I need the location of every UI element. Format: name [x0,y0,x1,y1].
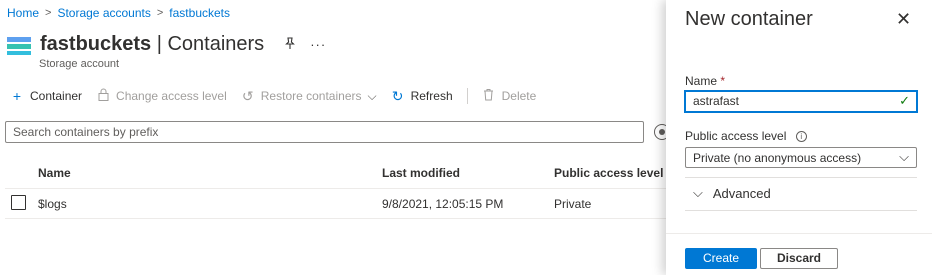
breadcrumb-separator: > [156,7,164,19]
column-header-name[interactable]: Name [38,166,71,180]
header-divider [5,188,666,189]
refresh-label: Refresh [410,89,453,103]
page-title: fastbuckets | Containers [40,33,264,56]
breadcrumb-separator: > [45,7,52,19]
access-level-dropdown[interactable]: Private (no anonymous access) ⌵ [685,147,917,168]
add-container-label: Container [30,89,83,103]
row-divider [5,218,666,219]
column-header-last-modified[interactable]: Last modified [382,166,460,180]
name-field-label: Name * [685,74,725,88]
row-last-modified: 9/8/2021, 12:05:15 PM [382,197,504,211]
pin-icon[interactable] [284,36,296,53]
advanced-divider-bottom [685,210,917,211]
info-icon[interactable]: i [795,131,807,143]
footer-divider [666,233,932,234]
delete-button[interactable]: Delete [482,88,537,104]
name-input-value: astrafast [693,94,740,108]
row-access-level: Private [554,197,592,211]
create-button[interactable]: Create [685,248,757,269]
required-mark: * [720,74,726,88]
undo-icon: ↺ [241,87,254,104]
name-label-text: Name [685,74,718,88]
close-icon[interactable]: ✕ [896,9,911,30]
restore-containers-label: Restore containers [260,89,362,103]
plus-icon: + [12,88,22,104]
refresh-button[interactable]: ↻ Refresh [391,88,453,105]
chevron-down-icon: ⌵ [693,185,703,200]
breadcrumb: Home > Storage accounts > fastbuckets [7,6,230,20]
add-container-button[interactable]: + Container [10,88,82,104]
checkmark-icon: ✓ [899,93,910,108]
advanced-divider-top [685,177,917,178]
column-header-public-access[interactable]: Public access level [554,166,663,180]
chevron-down-icon: ⌵ [899,149,909,164]
toolbar-divider [466,88,468,104]
discard-button[interactable]: Discard [760,248,838,269]
refresh-icon: ↻ [391,87,404,104]
access-label-text: Public access level [685,129,787,143]
page-header: fastbuckets | Containers ··· [7,33,326,56]
page-title-resource: fastbuckets [40,33,152,55]
breadcrumb-home[interactable]: Home [7,6,39,20]
change-access-level-button[interactable]: Change access level [96,88,227,104]
access-level-value: Private (no anonymous access) [693,151,862,165]
trash-icon [482,88,496,104]
search-input[interactable]: Search containers by prefix [5,121,644,143]
access-level-label: Public access level i [685,129,807,143]
advanced-section-toggle[interactable]: ⌵ Advanced [693,185,771,201]
row-checkbox[interactable] [11,195,26,210]
advanced-label: Advanced [712,185,771,201]
panel-title: New container [685,8,813,30]
restore-containers-button[interactable]: ↺ Restore containers ⌵ [241,88,377,105]
more-options-icon[interactable]: ··· [310,37,326,52]
change-access-level-label: Change access level [116,89,227,103]
command-bar: + Container Change access level ↺ Restor… [10,86,550,106]
delete-label: Delete [501,89,537,103]
chevron-down-icon: ⌵ [367,88,377,103]
storage-account-icon [7,35,31,55]
page-subtitle: Storage account [39,58,120,70]
breadcrumb-storage-accounts[interactable]: Storage accounts [57,6,150,20]
page-title-section: | Containers [151,33,265,55]
breadcrumb-fastbuckets[interactable]: fastbuckets [169,6,230,20]
name-input[interactable]: astrafast ✓ [684,90,918,113]
new-container-panel: New container ✕ Name * astrafast ✓ Publi… [666,0,932,275]
lock-icon [96,88,110,104]
row-name-link[interactable]: $logs [38,197,67,211]
containers-blade: Home > Storage accounts > fastbuckets fa… [0,0,670,275]
